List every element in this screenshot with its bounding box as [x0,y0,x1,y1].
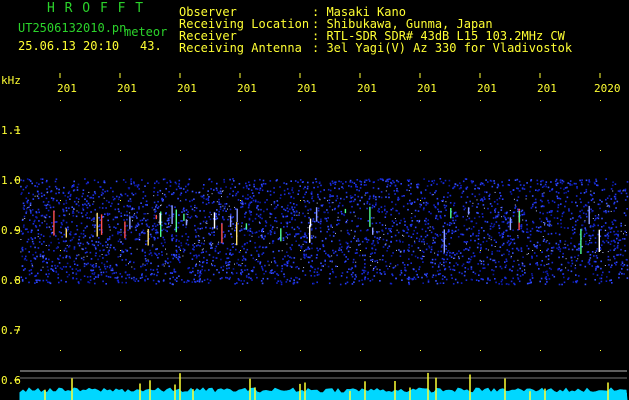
grid-dot [480,350,481,351]
grid-dot [240,200,241,201]
grid-dot [360,300,361,301]
grid-dot [540,300,541,301]
grid-dot [300,250,301,251]
time-tick: 201 [237,82,257,95]
grid-dot [480,250,481,251]
time-tick: 2020 [594,82,621,95]
grid-dot [480,300,481,301]
time-tick: 201 [357,82,377,95]
grid-dot [120,350,121,351]
noise-band [20,178,629,286]
grid-dot [600,150,601,151]
grid-dot [240,250,241,251]
grid-dot [180,350,181,351]
grid-dot [60,250,61,251]
grid-dot [420,350,421,351]
time-tick: 201 [297,82,317,95]
grid-dot [180,150,181,151]
grid-dot [420,150,421,151]
grid-dot [540,350,541,351]
grid-dot [240,100,241,101]
time-tick: 201 [417,82,437,95]
grid-dot [120,250,121,251]
time-tick: 201 [537,82,557,95]
grid-dot [300,300,301,301]
grid-dot [420,300,421,301]
axis-unit: kHz [1,74,21,87]
grid-dot [240,300,241,301]
grid-dot [480,150,481,151]
grid-dot [240,150,241,151]
grid-dot [240,350,241,351]
grid-dot [540,150,541,151]
grid-dot [60,150,61,151]
grid-dot [360,250,361,251]
grid-dot [60,350,61,351]
grid-dot [120,150,121,151]
spectrogram [14,73,629,400]
grid-dot [120,300,121,301]
grid-dot [480,100,481,101]
time-tick: 201 [477,82,497,95]
axis-label: 0.9 [1,224,21,237]
time-tick: 201 [57,82,77,95]
grid-dot [600,300,601,301]
grid-dot [300,150,301,151]
grid-dot [180,250,181,251]
time-tick: 201 [177,82,197,95]
grid-dot [360,100,361,101]
spectrum-trace [19,387,628,400]
axis-label: 0.7 [1,324,21,337]
grid-dot [300,350,301,351]
grid-dot [420,100,421,101]
grid-dot [300,100,301,101]
grid-dot [60,300,61,301]
grid-dot [540,100,541,101]
grid-dot [360,150,361,151]
grid-dot [420,200,421,201]
grid-dot [600,350,601,351]
grid-dot [180,100,181,101]
grid-dot [60,100,61,101]
grid-dot [600,100,601,101]
grid-dot [360,350,361,351]
axis-label: 1.0 [1,174,21,187]
axis-label: 0.6 [1,374,21,387]
grid-dot [120,200,121,201]
axis-label: 0.8 [1,274,21,287]
grid-dot [120,100,121,101]
grid-dot [540,250,541,251]
grid-dot [60,200,61,201]
grid-dot [300,200,301,201]
grid-dot [180,300,181,301]
axis-label: 1.1 [1,124,21,137]
time-tick: 201 [117,82,137,95]
